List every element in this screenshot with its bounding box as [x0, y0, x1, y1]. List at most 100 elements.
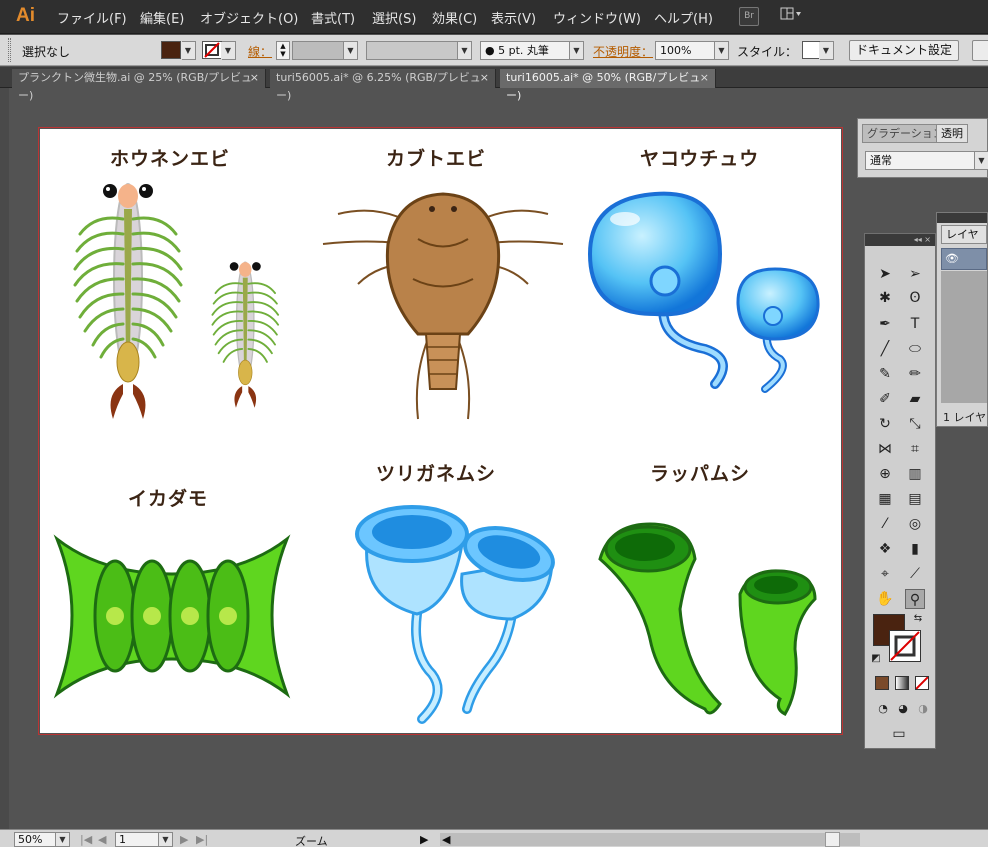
style-dropdown[interactable]: ▼: [819, 41, 834, 60]
menu-file[interactable]: ファイル(F): [57, 8, 127, 27]
close-icon[interactable]: ×: [250, 69, 259, 87]
stroke-dropdown[interactable]: ▼: [221, 41, 236, 60]
eraser-tool-icon[interactable]: ▰: [905, 389, 925, 409]
horizontal-scrollbar[interactable]: [440, 833, 860, 846]
symbol-sprayer-tool-icon[interactable]: ❖: [875, 539, 895, 559]
mesh-tool-icon[interactable]: ▦: [875, 489, 895, 509]
layers-panel: レイヤー 👁 1 レイヤ: [936, 212, 988, 427]
ellipse-tool-icon[interactable]: ⬭: [905, 339, 925, 359]
zoom-tool-icon[interactable]: ⚲: [905, 589, 925, 609]
shape-builder-tool-icon[interactable]: ⊕: [875, 464, 895, 484]
canvas-edge: [0, 88, 9, 829]
free-transform-tool-icon[interactable]: ⌗: [905, 439, 925, 459]
column-graph-tool-icon[interactable]: ▮: [905, 539, 925, 559]
last-artboard-icon[interactable]: ▶|: [196, 833, 208, 846]
default-colors-icon[interactable]: ◩: [869, 652, 883, 666]
close-icon[interactable]: ×: [700, 69, 709, 87]
menu-effect[interactable]: 効果(C): [432, 8, 477, 27]
layout-icon: [780, 7, 801, 20]
menu-help[interactable]: ヘルプ(H): [654, 8, 713, 27]
scroll-left-arrow[interactable]: ◀: [442, 833, 450, 846]
selection-tool-icon[interactable]: ➤: [875, 264, 895, 284]
direct-selection-tool-icon[interactable]: ➢: [905, 264, 925, 284]
screen-mode-icon[interactable]: ▭: [889, 724, 909, 744]
tab-layers[interactable]: レイヤー: [941, 225, 987, 259]
control-grip[interactable]: [8, 38, 11, 62]
fill-dropdown[interactable]: ▼: [181, 41, 196, 60]
artboard-tool-icon[interactable]: ⌖: [875, 564, 895, 584]
scroll-thumb[interactable]: [825, 832, 840, 847]
artboard-number-field[interactable]: 1 ▼: [115, 832, 173, 847]
layer-row[interactable]: 👁: [941, 248, 987, 270]
no-stroke-icon: [204, 42, 220, 58]
previous-artboard-icon[interactable]: ◀: [98, 833, 106, 846]
blob-brush-tool-icon[interactable]: ✐: [875, 389, 895, 409]
blend-tool-icon[interactable]: ◎: [905, 514, 925, 534]
layers-panel-header[interactable]: [937, 213, 987, 223]
gradient-mode-icon[interactable]: [895, 676, 909, 690]
zoom-level-field[interactable]: 50% ▼: [14, 832, 70, 847]
pen-tool-icon[interactable]: ✒: [875, 314, 895, 334]
swap-icon[interactable]: ⇆: [911, 612, 925, 626]
menu-view[interactable]: 表示(V): [491, 8, 536, 27]
paintbrush-tool-icon[interactable]: ✎: [875, 364, 895, 384]
document-settings-button[interactable]: ドキュメント設定: [849, 40, 960, 61]
draw-normal-icon[interactable]: ◔: [873, 699, 893, 719]
menu-type[interactable]: 書式(T): [311, 8, 355, 27]
zoom-value: 50%: [18, 833, 43, 846]
menu-select[interactable]: 選択(S): [372, 8, 416, 27]
menu-window[interactable]: ウィンドウ(W): [553, 8, 641, 27]
close-icon[interactable]: ×: [480, 69, 489, 87]
blend-mode-dropdown[interactable]: 通常 ▼: [865, 151, 988, 170]
stroke-swatch[interactable]: [889, 630, 921, 662]
scale-tool-icon[interactable]: ⤡: [905, 414, 925, 434]
opacity-field[interactable]: 100% ▼: [655, 41, 729, 60]
bridge-button[interactable]: Br: [739, 7, 759, 26]
hand-tool-icon[interactable]: ✋: [875, 589, 895, 609]
menu-object[interactable]: オブジェクト(O): [200, 8, 298, 27]
eye-icon[interactable]: 👁: [945, 252, 959, 265]
width-tool-icon[interactable]: ⋈: [875, 439, 895, 459]
color-mode-icon[interactable]: [875, 676, 889, 690]
first-artboard-icon[interactable]: |◀: [80, 833, 92, 846]
perspective-grid-tool-icon[interactable]: ▥: [905, 464, 925, 484]
rotate-tool-icon[interactable]: ↻: [875, 414, 895, 434]
artboard-number: 1: [119, 833, 126, 846]
variable-width-dropdown[interactable]: ▼: [366, 41, 472, 60]
artboard[interactable]: ホウネンエビ カブトエビ ヤコウチュウ イカダモ ツリガネムシ ラッパムシ: [38, 127, 843, 735]
menu-edit[interactable]: 編集(E): [140, 8, 184, 27]
tab-plankton[interactable]: プランクトン微生物.ai @ 25% (RGB/プレビュー) ×: [12, 69, 266, 102]
fill-color-swatch[interactable]: [161, 41, 181, 59]
next-artboard-icon[interactable]: ▶: [180, 833, 188, 846]
type-tool-icon[interactable]: T: [905, 314, 925, 334]
toolbox-header[interactable]: ◂◂ ×: [865, 234, 935, 246]
brush-dropdown[interactable]: ● 5 pt. 丸筆 ▼: [480, 41, 584, 60]
line-tool-icon[interactable]: ╱: [875, 339, 895, 359]
stroke-label[interactable]: 線：: [248, 43, 272, 60]
transparency-panel: グラデーション 透明 通常 ▼: [857, 118, 988, 178]
stroke-weight-field[interactable]: ▼: [292, 41, 358, 60]
stroke-color-swatch[interactable]: [202, 41, 222, 59]
stroke-weight-stepper[interactable]: ▲ ▼: [276, 41, 290, 60]
draw-behind-icon[interactable]: ◕: [893, 699, 913, 719]
none-mode-icon[interactable]: [915, 676, 929, 690]
gradient-tool-icon[interactable]: ▤: [905, 489, 925, 509]
status-menu-arrow[interactable]: ▶: [420, 833, 428, 846]
eyedropper-tool-icon[interactable]: ⁄: [875, 514, 895, 534]
style-label: スタイル：: [737, 45, 798, 59]
tab-label: turi56005.ai* @ 6.25% (RGB/プレビュー): [276, 71, 481, 102]
tab-turi16005[interactable]: turi16005.ai* @ 50% (RGB/プレビュー) ×: [500, 69, 716, 102]
pencil-tool-icon[interactable]: ✏: [905, 364, 925, 384]
menu-bar: Ai ファイル(F) 編集(E) オブジェクト(O) 書式(T) 選択(S) 効…: [0, 0, 988, 34]
tab-turi56005[interactable]: turi56005.ai* @ 6.25% (RGB/プレビュー) ×: [270, 69, 496, 102]
tab-transparency[interactable]: 透明: [936, 124, 968, 143]
style-swatch[interactable]: [802, 41, 820, 59]
slice-tool-icon[interactable]: ⟋: [905, 564, 925, 584]
draw-inside-icon[interactable]: ◑: [913, 699, 933, 719]
lasso-tool-icon[interactable]: ʘ: [905, 288, 925, 308]
opacity-label[interactable]: 不透明度：: [593, 43, 653, 60]
workspace-switcher[interactable]: [780, 7, 802, 24]
layers-list: [941, 271, 987, 403]
preferences-button[interactable]: [972, 40, 988, 61]
magic-wand-tool-icon[interactable]: ✱: [875, 288, 895, 308]
